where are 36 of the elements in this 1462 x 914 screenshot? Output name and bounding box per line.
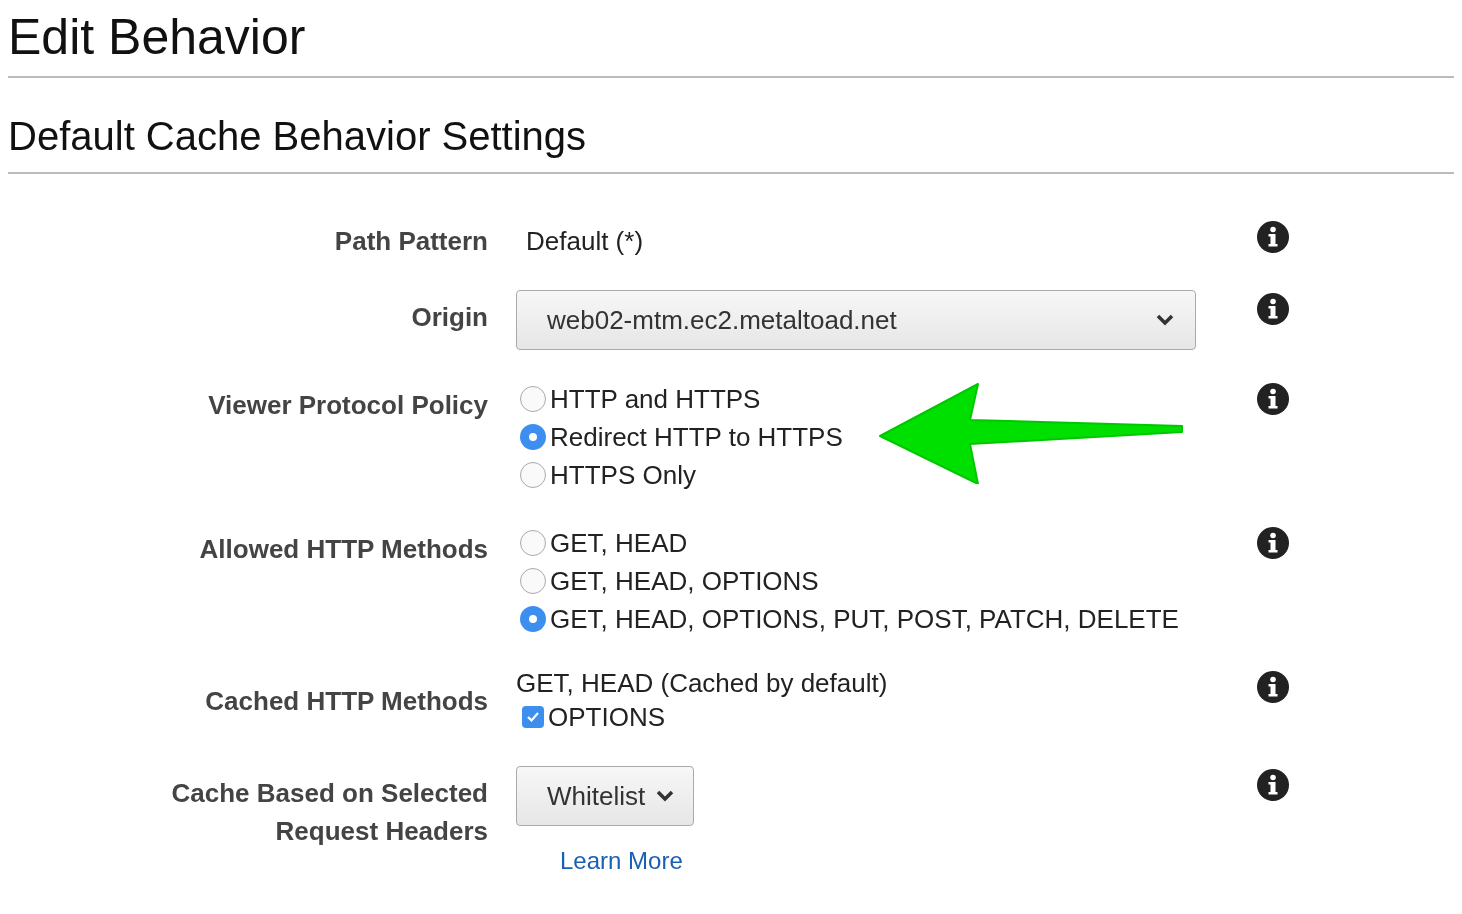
info-icon[interactable] (1256, 526, 1290, 560)
field-value: Default (*) (525, 225, 644, 258)
info-icon[interactable] (1256, 292, 1290, 326)
option-label: HTTPS Only (550, 459, 696, 492)
info-icon[interactable] (1256, 382, 1290, 416)
chevron-down-icon (655, 789, 676, 803)
learn-more-link[interactable]: Learn More (560, 842, 1228, 880)
whitelist-dropdown[interactable]: Whitelist (516, 766, 695, 826)
origin-select[interactable]: web02-mtm.ec2.metaltoad.net (516, 290, 1196, 350)
field-label: Cached HTTP Methods (205, 685, 488, 718)
checkmark-icon (526, 711, 540, 723)
info-icon[interactable] (1256, 220, 1290, 254)
option-label: OPTIONS (548, 701, 665, 734)
section-title: Default Cache Behavior Settings (8, 106, 1454, 174)
note-text: GET, HEAD (Cached by default) (516, 668, 889, 698)
field-label: Origin (411, 301, 488, 334)
option-label: GET, HEAD, OPTIONS (550, 565, 819, 598)
chevron-down-icon (1155, 313, 1175, 327)
info-icon[interactable] (1256, 670, 1290, 704)
field-label: Cache Based on Selected Request Headers (170, 777, 488, 848)
option-label: Redirect HTTP to HTTPS (550, 421, 843, 454)
radio-button[interactable] (520, 462, 546, 488)
page-title: Edit Behavior (8, 0, 1454, 78)
radio-button[interactable] (520, 386, 546, 412)
radio-button[interactable] (520, 424, 546, 450)
field-label: Viewer Protocol Policy (208, 389, 488, 422)
field-label: Allowed HTTP Methods (199, 533, 488, 566)
checkbox[interactable] (522, 706, 544, 728)
radio-button[interactable] (520, 530, 546, 556)
option-label: GET, HEAD, OPTIONS, PUT, POST, PATCH, DELETE (550, 603, 1179, 636)
option-label: GET, HEAD (550, 527, 688, 560)
field-label: Path Pattern (334, 225, 488, 258)
radio-button[interactable] (520, 606, 546, 632)
info-icon[interactable] (1256, 768, 1290, 802)
radio-button[interactable] (520, 568, 546, 594)
option-label: HTTP and HTTPS (550, 383, 761, 416)
